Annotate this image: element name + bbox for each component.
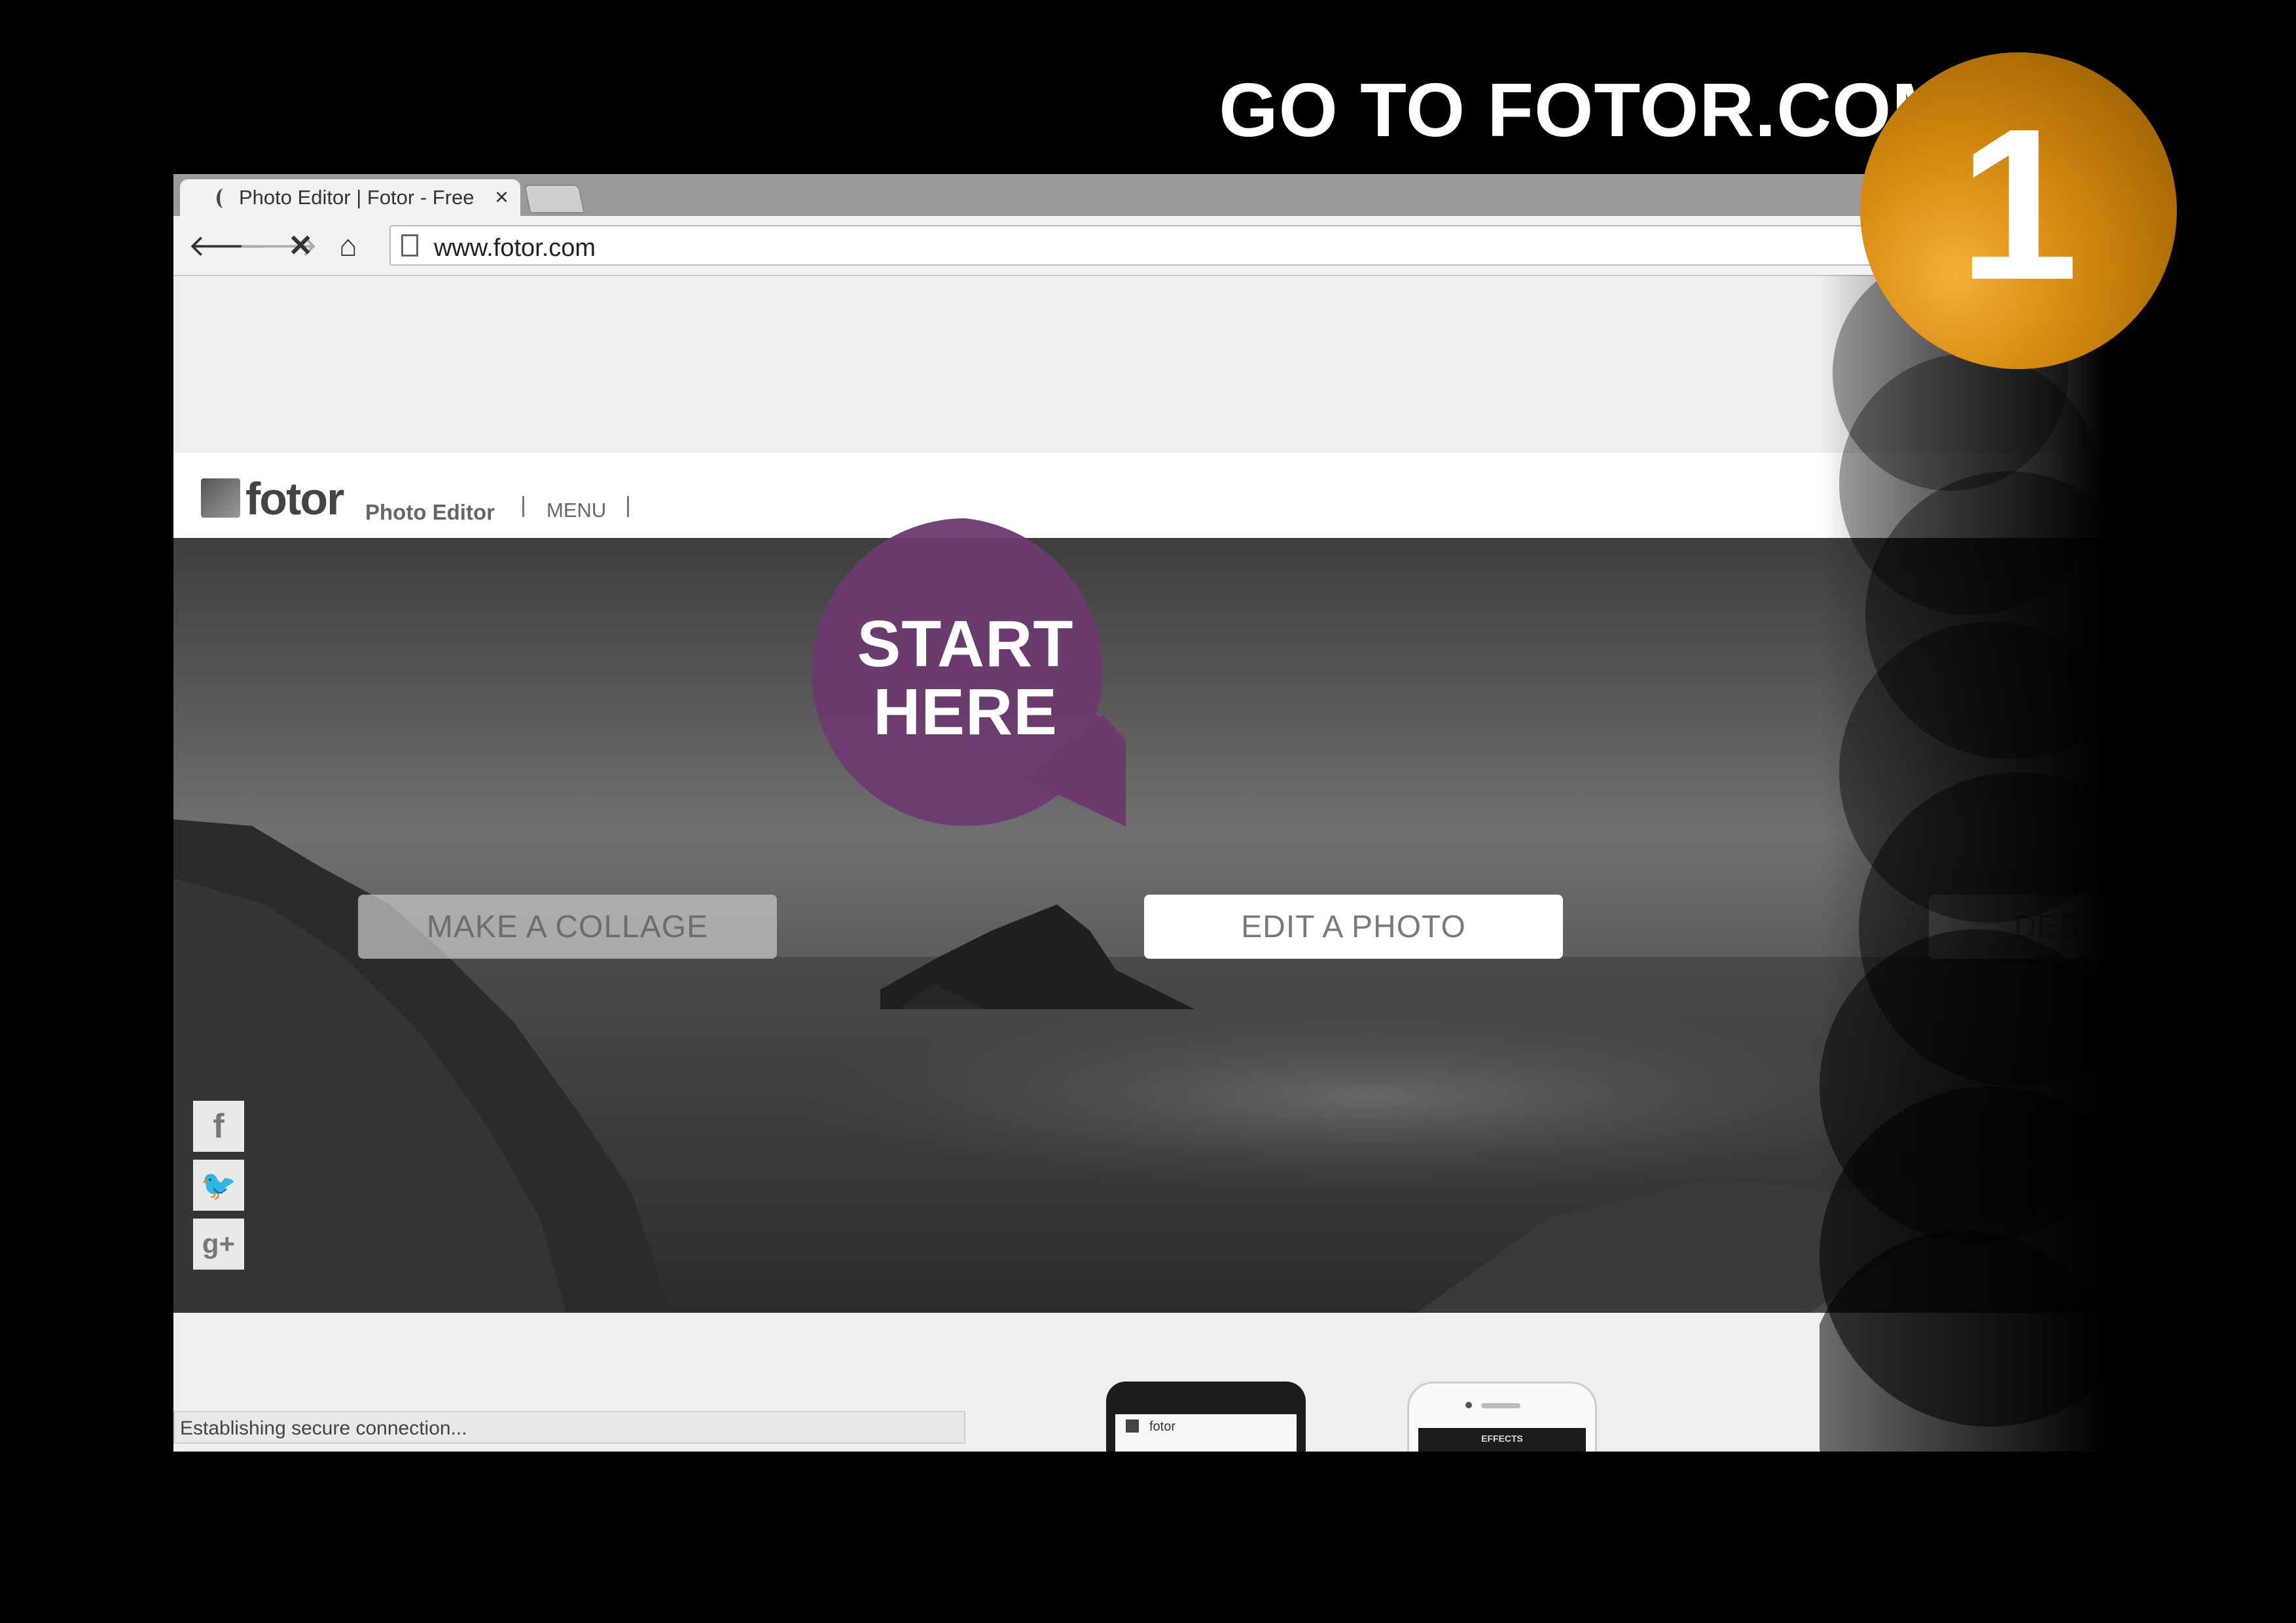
home-icon[interactable]: ⌂ — [339, 230, 357, 260]
effects-label: EFFECTS — [1481, 1433, 1523, 1444]
ad-space — [173, 276, 2104, 453]
url-text[interactable]: www.fotor.com — [434, 234, 596, 262]
facebook-icon[interactable]: f — [193, 1101, 244, 1152]
googleplus-icon[interactable]: g+ — [193, 1219, 244, 1270]
make-collage-button[interactable]: MAKE A COLLAGE — [358, 895, 777, 959]
fotor-logo-icon[interactable] — [201, 478, 240, 518]
step-number-badge: 1 — [1860, 52, 2177, 369]
page-icon — [401, 234, 418, 257]
step-heading: GO TO FOTOR.COM — [1219, 67, 1956, 152]
address-bar[interactable]: www.fotor.com — [389, 225, 2091, 266]
menu-link[interactable]: MENU — [547, 499, 606, 522]
tab-title: Photo Editor | Fotor - Free — [239, 186, 475, 209]
edit-photo-button[interactable]: EDIT A PHOTO — [1144, 895, 1563, 959]
callout-text: START HERE — [812, 610, 1119, 746]
logo-subtitle: Photo Editor — [365, 500, 495, 524]
header-divider — [627, 496, 629, 517]
tab-close-icon[interactable]: × — [495, 183, 509, 211]
twitter-icon[interactable]: 🐦 — [193, 1160, 244, 1211]
callout-line-2: HERE — [873, 675, 1058, 749]
design-button[interactable]: DESI — [1929, 895, 2104, 959]
camera-dot — [1465, 1402, 1472, 1408]
browser-toolbar: 🡐 🡒 ✕ ⌂ www.fotor.com — [173, 216, 2104, 276]
start-here-callout: START HERE — [812, 518, 1126, 891]
speaker-slot — [1481, 1403, 1520, 1408]
status-bar: Establishing secure connection... — [173, 1411, 965, 1444]
tab-strip: Photo Editor | Fotor - Free × — [173, 174, 2104, 216]
app-icon — [1126, 1419, 1139, 1433]
browser-tab[interactable]: Photo Editor | Fotor - Free × — [180, 179, 520, 216]
loading-spinner-icon — [217, 188, 230, 208]
iphone-image: EFFECTS — [1407, 1382, 1597, 1452]
android-phone-image: fotor — [1106, 1382, 1306, 1452]
stop-icon[interactable]: ✕ — [288, 230, 314, 260]
android-app-name: fotor — [1149, 1419, 1176, 1434]
android-screen: fotor — [1115, 1414, 1297, 1452]
step-number: 1 — [1958, 83, 2079, 325]
header-divider — [522, 496, 524, 517]
site-header: fotor Photo Editor MENU — [173, 453, 2104, 538]
fotor-logo-text[interactable]: fotor — [245, 473, 344, 525]
callout-line-1: START — [857, 607, 1074, 681]
iphone-screen: EFFECTS — [1418, 1428, 1586, 1452]
new-tab-button[interactable] — [524, 185, 585, 213]
browser-window: Photo Editor | Fotor - Free × 🡐 🡒 ✕ ⌂ ww… — [173, 174, 2104, 1452]
hero-banner: MAKE A COLLAGE EDIT A PHOTO DESI f 🐦 g+ — [173, 538, 2104, 1313]
